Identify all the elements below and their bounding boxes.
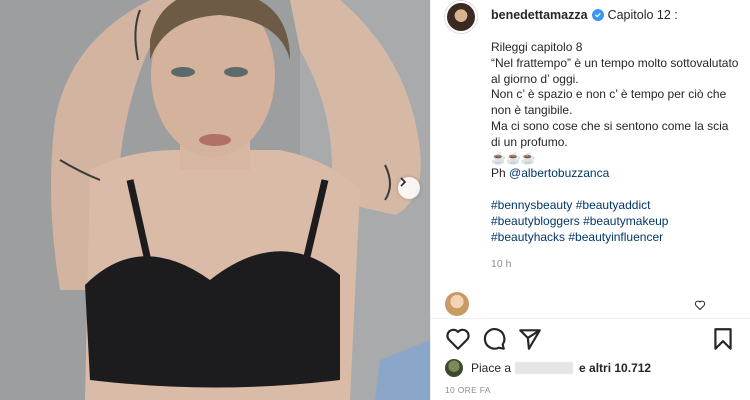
hashtags-link[interactable]: #bennysbeauty #beautyaddict <box>491 198 650 212</box>
author-username[interactable]: benedettamazza <box>491 8 588 22</box>
hashtags-link[interactable]: #beautybloggers #beautymakeup <box>491 214 668 228</box>
post-details-panel: benedettamazza Capitolo 12 : Rileggi cap… <box>430 0 750 400</box>
post-timestamp[interactable]: 10 ORE FA <box>445 385 491 395</box>
photographer-mention-link[interactable]: @albertobuzzanca <box>509 166 609 180</box>
bookmark-icon[interactable] <box>710 326 736 352</box>
caption-title: Capitolo 12 : <box>607 8 678 22</box>
liker-avatar <box>445 359 463 377</box>
heart-icon[interactable] <box>694 299 706 311</box>
likes-prefix: Piace a <box>471 361 512 375</box>
paper-plane-icon[interactable] <box>517 326 543 352</box>
comment-row <box>445 292 736 316</box>
likes-count[interactable]: e altri 10.712 <box>579 361 651 375</box>
caption-header: benedettamazza Capitolo 12 : <box>491 8 678 22</box>
commenter-avatar[interactable] <box>445 292 469 316</box>
post-caption: Rileggi capitolo 8 “Nel frattempo” è un … <box>491 40 741 246</box>
caption-line: “Nel frattempo” è un tempo molto sottova… <box>491 55 739 86</box>
action-bar <box>445 326 736 354</box>
blurred-liker-name <box>515 362 574 374</box>
section-divider <box>431 318 750 319</box>
heart-icon[interactable] <box>445 326 471 352</box>
comment-bubble-icon[interactable] <box>481 326 507 352</box>
chevron-right-icon <box>400 177 407 187</box>
next-photo-button[interactable] <box>398 177 420 199</box>
verified-badge-icon <box>591 9 604 21</box>
caption-line: Rileggi capitolo 8 <box>491 40 583 54</box>
caption-line: Non c’ è spazio e non c’ è tempo per ciò… <box>491 87 727 118</box>
caption-emoji: ☕☕☕ <box>491 150 536 165</box>
post-header: benedettamazza Capitolo 12 : <box>445 0 750 34</box>
hashtags-link[interactable]: #beautyhacks #beautyinfluencer <box>491 230 663 244</box>
post-photo-illustration <box>0 0 430 400</box>
post-photo[interactable] <box>0 0 430 400</box>
photo-credit: Ph @albertobuzzanca <box>491 166 741 182</box>
caption-relative-time[interactable]: 10 h <box>491 258 511 270</box>
caption-line: Ma ci sono cose che si sentono come la s… <box>491 118 729 149</box>
photo-credit-prefix: Ph <box>491 166 506 181</box>
likes-summary[interactable]: Piace a e altri 10.712 <box>445 358 651 378</box>
author-avatar[interactable] <box>445 1 477 33</box>
